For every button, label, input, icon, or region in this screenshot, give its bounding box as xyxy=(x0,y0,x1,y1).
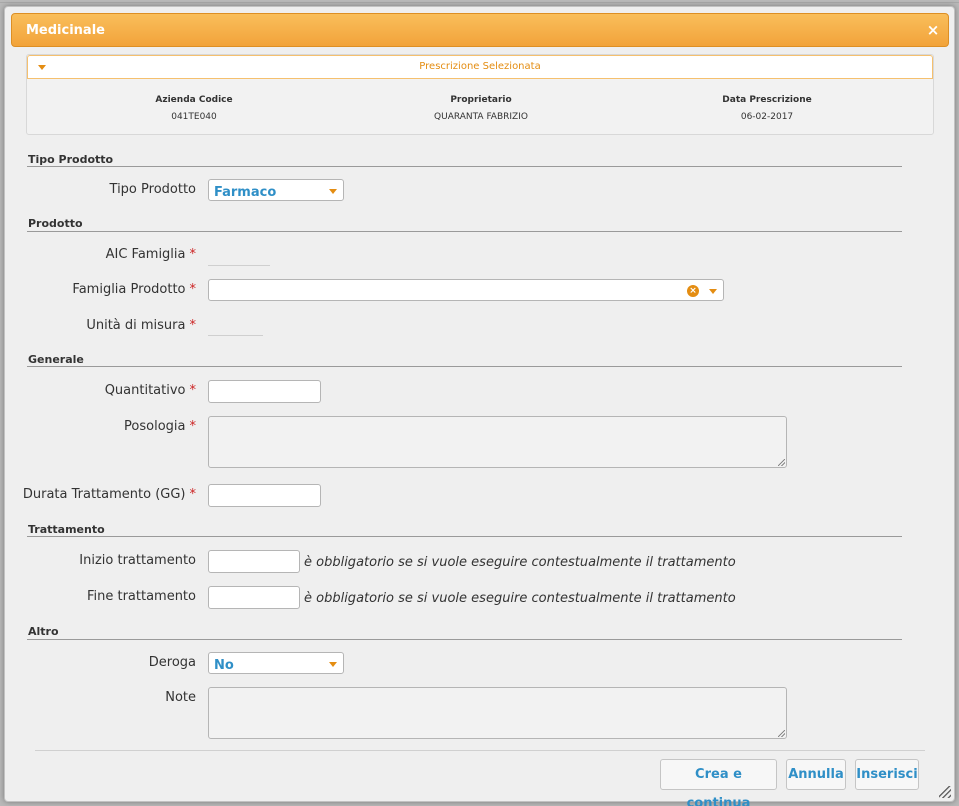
deroga-label-text: Deroga xyxy=(148,655,196,670)
section-divider xyxy=(27,166,902,167)
section-divider xyxy=(27,366,902,367)
deroga-value: No xyxy=(214,658,234,673)
inizio-trattamento-input[interactable] xyxy=(208,550,300,573)
section-title-tipo-prodotto: Tipo Prodotto xyxy=(28,153,114,166)
section-title-altro: Altro xyxy=(28,625,59,638)
tipo-prodotto-label-text: Tipo Prodotto xyxy=(109,182,196,197)
famiglia-prodotto-select[interactable]: × xyxy=(208,279,724,301)
data-prescrizione-column: Data Prescrizione 06-02-2017 xyxy=(667,95,867,122)
posologia-label-text: Posologia xyxy=(124,419,186,434)
inizio-trattamento-label-text: Inizio trattamento xyxy=(79,553,196,568)
aic-famiglia-label: AIC Famiglia * xyxy=(106,247,196,262)
inizio-trattamento-label: Inizio trattamento xyxy=(79,553,196,568)
fine-trattamento-label-text: Fine trattamento xyxy=(86,589,196,604)
azienda-codice-header: Azienda Codice xyxy=(155,95,233,105)
chevron-down-icon[interactable] xyxy=(709,289,717,294)
required-mark: * xyxy=(189,487,197,502)
required-mark: * xyxy=(189,419,197,434)
chevron-down-icon[interactable] xyxy=(329,662,337,667)
deroga-label: Deroga xyxy=(149,655,196,670)
required-mark: * xyxy=(189,247,197,262)
annulla-button[interactable]: Annulla xyxy=(786,759,846,790)
note-label-text: Note xyxy=(165,690,196,705)
deroga-select[interactable]: No xyxy=(208,652,344,674)
tipo-prodotto-select[interactable]: Farmaco xyxy=(208,179,344,201)
section-title-trattamento: Trattamento xyxy=(28,523,105,536)
required-mark: * xyxy=(189,282,197,297)
durata-trattamento-label-text: Durata Trattamento (GG) xyxy=(22,487,186,502)
inizio-trattamento-hint: è obbligatorio se si vuole eseguire cont… xyxy=(304,555,736,570)
dialog-titlebar[interactable]: Medicinale × xyxy=(11,13,949,47)
required-mark: * xyxy=(189,318,197,333)
crea-e-continua-button[interactable]: Crea e continua xyxy=(660,759,777,806)
clear-icon[interactable]: × xyxy=(687,285,699,297)
fine-trattamento-hint: è obbligatorio se si vuole eseguire cont… xyxy=(304,591,736,606)
backdrop-divider xyxy=(0,2,959,3)
quantitativo-input[interactable] xyxy=(208,380,321,403)
durata-trattamento-label: Durata Trattamento (GG) * xyxy=(23,487,196,502)
inserisci-button[interactable]: Inserisci xyxy=(855,759,919,790)
prescription-panel-title: Prescrizione Selezionata xyxy=(419,61,541,72)
note-label: Note xyxy=(165,690,196,705)
dialog-title: Medicinale xyxy=(26,23,105,38)
prescription-panel-header[interactable]: Prescrizione Selezionata xyxy=(27,55,933,79)
section-title-generale: Generale xyxy=(28,353,84,366)
fine-trattamento-input[interactable] xyxy=(208,586,300,609)
proprietario-column: Proprietario QUARANTA FABRIZIO xyxy=(381,95,581,122)
section-title-prodotto: Prodotto xyxy=(28,217,83,230)
tipo-prodotto-label: Tipo Prodotto xyxy=(110,182,196,197)
section-divider xyxy=(27,231,902,232)
unita-misura-label: Unità di misura * xyxy=(86,318,196,333)
aic-famiglia-field xyxy=(208,265,270,266)
close-icon[interactable]: × xyxy=(924,21,942,39)
medicinale-dialog: Medicinale × Prescrizione Selezionata Az… xyxy=(4,6,955,806)
required-mark: * xyxy=(189,383,197,398)
posologia-textarea[interactable] xyxy=(208,416,787,468)
azienda-codice-value: 041TE040 xyxy=(171,112,217,122)
data-prescrizione-value: 06-02-2017 xyxy=(740,112,794,122)
fine-trattamento-label: Fine trattamento xyxy=(87,589,196,604)
resize-grip-icon[interactable] xyxy=(778,730,785,737)
prescription-panel: Prescrizione Selezionata Azienda Codice … xyxy=(26,54,934,135)
tipo-prodotto-value: Farmaco xyxy=(214,185,277,200)
famiglia-prodotto-label-text: Famiglia Prodotto xyxy=(72,282,186,297)
unita-misura-field xyxy=(208,335,263,336)
footer-divider xyxy=(35,750,925,751)
dialog-resize-icon[interactable] xyxy=(939,786,951,798)
chevron-down-icon[interactable] xyxy=(329,189,337,194)
unita-misura-label-text: Unità di misura xyxy=(86,318,186,333)
aic-famiglia-label-text: AIC Famiglia xyxy=(105,247,186,262)
resize-grip-icon[interactable] xyxy=(778,459,785,466)
section-divider xyxy=(27,536,902,537)
posologia-label: Posologia * xyxy=(124,419,196,434)
famiglia-prodotto-label: Famiglia Prodotto * xyxy=(72,282,196,297)
quantitativo-label: Quantitativo * xyxy=(105,383,196,398)
section-divider xyxy=(27,639,902,640)
quantitativo-label-text: Quantitativo xyxy=(104,383,186,398)
note-textarea[interactable] xyxy=(208,687,787,739)
data-prescrizione-header: Data Prescrizione xyxy=(722,95,812,105)
durata-trattamento-input[interactable] xyxy=(208,484,321,507)
azienda-codice-column: Azienda Codice 041TE040 xyxy=(94,95,294,122)
proprietario-value: QUARANTA FABRIZIO xyxy=(434,112,528,122)
proprietario-header: Proprietario xyxy=(450,95,512,105)
